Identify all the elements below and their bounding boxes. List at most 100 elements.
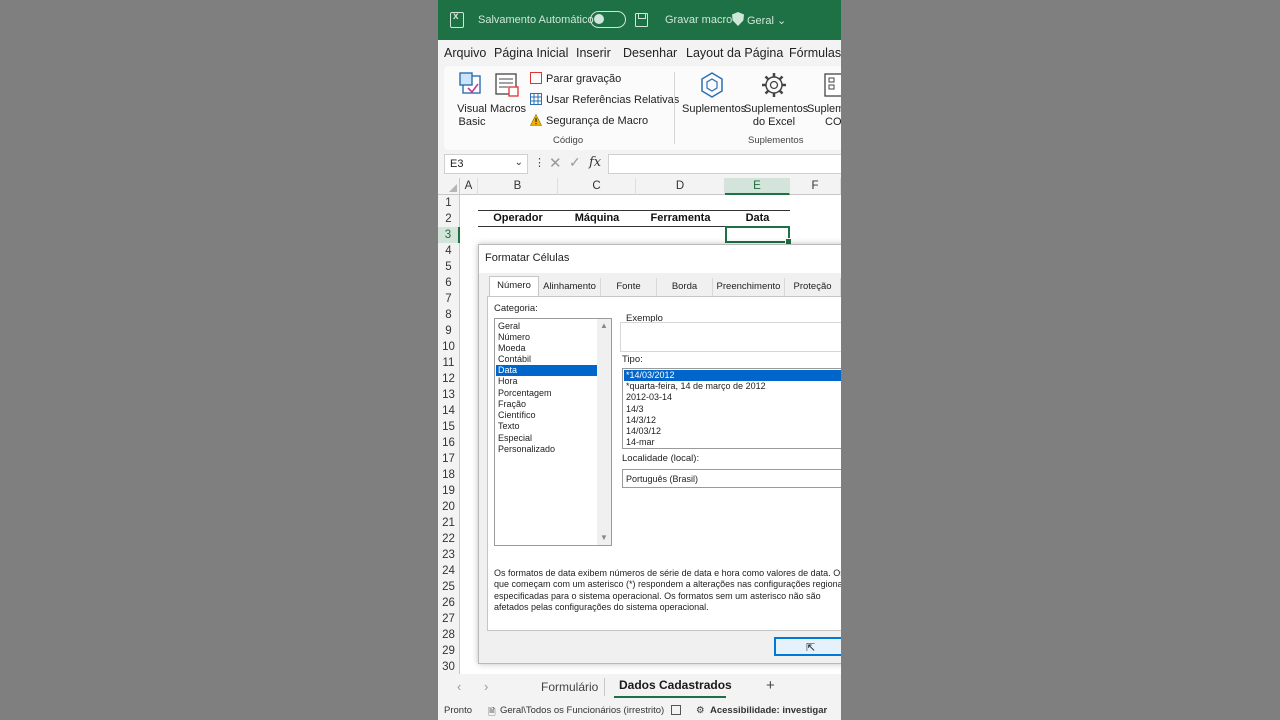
cell-header-operador[interactable]: Operador <box>478 210 558 226</box>
row-header[interactable]: 17 <box>438 451 460 467</box>
row-header[interactable]: 12 <box>438 371 460 387</box>
row-header[interactable]: 25 <box>438 579 460 595</box>
category-item[interactable]: Número <box>496 332 598 343</box>
chevron-left-icon[interactable]: ‹ <box>457 679 461 694</box>
column-header-d[interactable]: D <box>636 178 725 195</box>
tab-layout[interactable]: Layout da Página <box>686 46 783 60</box>
excel-addins-button[interactable]: Suplementos do Excel <box>744 71 808 129</box>
add-sheet-button[interactable]: + <box>766 677 775 694</box>
ok-button[interactable]: ⇱ <box>774 637 841 656</box>
tab-alinhamento[interactable]: Alinhamento <box>539 278 601 297</box>
page-view-icon[interactable] <box>671 705 681 715</box>
name-box[interactable]: E3 ⌄ <box>444 154 528 174</box>
type-item[interactable]: 14/3 <box>624 404 841 415</box>
row-header[interactable]: 7 <box>438 291 460 307</box>
autosave-toggle[interactable] <box>590 11 626 28</box>
row-header[interactable]: 19 <box>438 483 460 499</box>
relative-references-button[interactable]: Usar Referências Relativas <box>530 93 679 106</box>
type-item-selected[interactable]: *14/03/2012 <box>624 370 841 381</box>
row-header[interactable]: 30 <box>438 659 460 675</box>
category-item[interactable]: Personalizado <box>496 444 598 455</box>
row-header[interactable]: 8 <box>438 307 460 323</box>
row-header[interactable]: 15 <box>438 419 460 435</box>
confirm-icon[interactable]: ✓ <box>569 154 581 171</box>
cancel-icon[interactable]: ✕ <box>549 154 562 172</box>
scroll-up-icon[interactable]: ▲ <box>600 321 608 330</box>
row-header[interactable]: 11 <box>438 355 460 371</box>
row-header[interactable]: 13 <box>438 387 460 403</box>
record-macro-button[interactable]: Gravar macro <box>665 14 732 26</box>
insert-function-button[interactable]: fx <box>589 155 601 170</box>
status-sensitivity[interactable]: Geral\Todos os Funcionários (irrestrito) <box>500 705 664 716</box>
category-item[interactable]: Fração <box>496 399 598 410</box>
stop-recording-button[interactable]: Parar gravação <box>530 72 621 85</box>
tab-pagina-inicial[interactable]: Página Inicial <box>494 46 568 60</box>
chevron-right-icon[interactable]: › <box>484 679 488 694</box>
select-all-button[interactable] <box>438 178 460 195</box>
com-addins-button[interactable]: Suplemen COM <box>807 71 841 129</box>
sheet-tab-formulario[interactable]: Formulário <box>541 680 598 694</box>
row-header[interactable]: 6 <box>438 275 460 291</box>
locale-select[interactable]: Português (Brasil) <box>622 469 841 488</box>
macro-security-button[interactable]: Segurança de Macro <box>530 114 648 127</box>
row-header[interactable]: 26 <box>438 595 460 611</box>
row-header[interactable]: 27 <box>438 611 460 627</box>
row-header-selected[interactable]: 3 <box>438 227 460 243</box>
type-item[interactable]: 14/3/12 <box>624 415 841 426</box>
row-header[interactable]: 29 <box>438 643 460 659</box>
sheet-tab-dados-cadastrados[interactable]: Dados Cadastrados <box>619 678 732 692</box>
tab-arquivo[interactable]: Arquivo <box>444 46 486 60</box>
column-header-e[interactable]: E <box>725 178 790 195</box>
cell-header-data[interactable]: Data <box>725 210 790 226</box>
dialog-title-bar[interactable]: Formatar Células <box>479 245 841 273</box>
tab-fonte[interactable]: Fonte <box>601 278 657 297</box>
row-header[interactable]: 24 <box>438 563 460 579</box>
macros-button[interactable]: Macros <box>490 71 526 116</box>
type-item[interactable]: *quarta-feira, 14 de março de 2012 <box>624 381 841 392</box>
spreadsheet-grid[interactable]: A B C D E F 1 2 3 4 5 6 7 8 9 10 11 12 1… <box>438 178 841 675</box>
category-scrollbar[interactable]: ▲ ▼ <box>597 319 611 545</box>
selected-cell-e3[interactable] <box>725 226 792 245</box>
category-item[interactable]: Porcentagem <box>496 388 598 399</box>
row-header[interactable]: 9 <box>438 323 460 339</box>
row-header[interactable]: 20 <box>438 499 460 515</box>
category-item[interactable]: Geral <box>496 321 598 332</box>
tab-borda[interactable]: Borda <box>657 278 713 297</box>
type-item[interactable]: 2012-03-14 <box>624 392 841 403</box>
status-accessibility[interactable]: Acessibilidade: investigar <box>710 705 827 716</box>
row-header[interactable]: 16 <box>438 435 460 451</box>
tab-desenhar[interactable]: Desenhar <box>623 46 677 60</box>
category-item[interactable]: Hora <box>496 376 598 387</box>
cell-header-maquina[interactable]: Máquina <box>558 210 636 226</box>
visual-basic-button[interactable]: Visual Basic <box>456 71 488 129</box>
category-item[interactable]: Científico <box>496 410 598 421</box>
column-header-b[interactable]: B <box>478 178 558 195</box>
row-header[interactable]: 28 <box>438 627 460 643</box>
cell-header-ferramenta[interactable]: Ferramenta <box>636 210 725 226</box>
formula-input[interactable] <box>608 154 841 174</box>
tab-formulas[interactable]: Fórmulas <box>789 46 841 60</box>
row-header[interactable]: 18 <box>438 467 460 483</box>
scroll-down-icon[interactable]: ▼ <box>600 533 608 542</box>
type-list[interactable]: *14/03/2012 *quarta-feira, 14 de março d… <box>622 368 841 449</box>
category-list[interactable]: Geral Número Moeda Contábil Data Hora Po… <box>494 318 612 546</box>
column-header-a[interactable]: A <box>460 178 478 195</box>
row-header[interactable]: 1 <box>438 195 460 211</box>
tab-preenchimento[interactable]: Preenchimento <box>713 278 785 297</box>
category-item[interactable]: Moeda <box>496 343 598 354</box>
category-item[interactable]: Especial <box>496 433 598 444</box>
category-item[interactable]: Contábil <box>496 354 598 365</box>
addins-button[interactable]: Suplementos <box>682 71 746 116</box>
sensitivity-dropdown[interactable]: Geral ⌄ <box>747 14 786 27</box>
tab-protecao[interactable]: Proteção <box>785 278 841 297</box>
row-header[interactable]: 22 <box>438 531 460 547</box>
save-icon[interactable] <box>635 13 648 27</box>
row-header[interactable]: 5 <box>438 259 460 275</box>
type-item[interactable]: 14/03/12 <box>624 426 841 437</box>
tab-numero[interactable]: Número <box>489 276 539 297</box>
type-item[interactable]: 14-mar <box>624 437 841 448</box>
more-options-icon[interactable]: ⋮ <box>534 156 545 169</box>
column-header-c[interactable]: C <box>558 178 636 195</box>
row-header[interactable]: 4 <box>438 243 460 259</box>
row-header[interactable]: 23 <box>438 547 460 563</box>
